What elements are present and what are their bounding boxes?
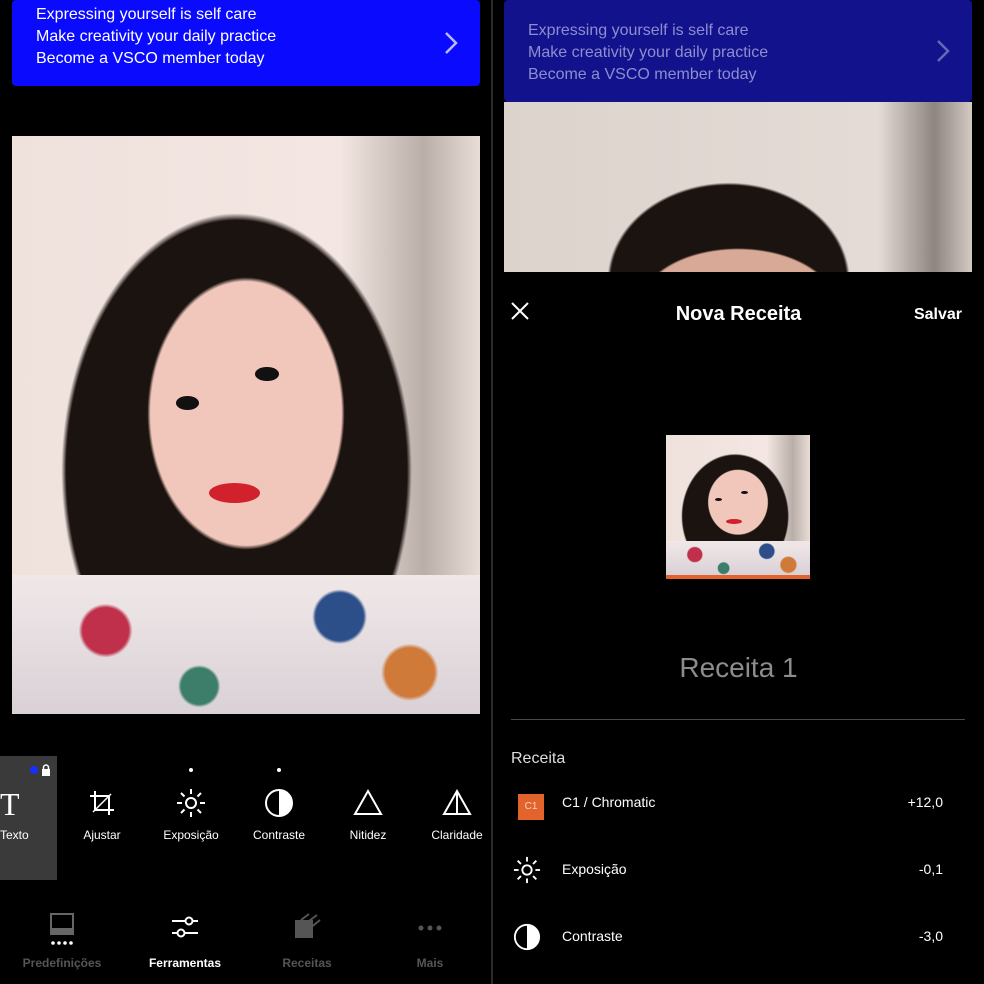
editor-screen: Expressing yourself is self care Make cr… <box>0 0 491 984</box>
divider <box>511 719 965 720</box>
membership-banner: Expressing yourself is self care Make cr… <box>504 0 972 102</box>
tool-label: Contraste <box>252 828 306 842</box>
save-button[interactable]: Salvar <box>914 306 962 324</box>
recipe-item-name: C1 / Chromatic <box>562 794 656 810</box>
photo-detail <box>740 491 749 495</box>
recipe-name-field[interactable]: Receita 1 <box>493 652 984 684</box>
tool-label: Ajustar <box>83 828 121 842</box>
nav-tools[interactable]: Ferramentas <box>130 912 240 970</box>
banner-line-2: Make creativity your daily practice <box>528 44 769 61</box>
tool-label: Exposição <box>163 828 219 842</box>
photo-detail <box>666 541 810 575</box>
photo-detail <box>175 396 200 410</box>
contrast-icon <box>265 789 293 817</box>
banner-line-1: Expressing yourself is self care <box>36 6 257 23</box>
chevron-right-icon <box>937 40 950 62</box>
tool-label: Texto <box>0 828 29 842</box>
nav-recipes[interactable]: Receitas <box>252 912 362 970</box>
nav-label: Predefinições <box>22 956 102 970</box>
crop-icon <box>90 791 114 815</box>
photo-detail <box>726 519 743 524</box>
thumbnail-accent-bar <box>666 575 810 579</box>
preset-badge-icon: C1 <box>513 789 544 820</box>
membership-banner[interactable]: Expressing yourself is self care Make cr… <box>12 0 480 86</box>
recipe-item-value: -0,1 <box>918 861 943 877</box>
recipe-item-contrast: Contraste -3,0 <box>511 919 943 955</box>
section-heading: Receita <box>511 750 566 767</box>
new-recipe-screen: Expressing yourself is self care Make cr… <box>493 0 984 984</box>
edited-photo[interactable] <box>12 136 480 714</box>
recipe-item-name: Contraste <box>562 928 623 944</box>
recipe-item-value: -3,0 <box>918 928 943 944</box>
nav-label: Mais <box>416 956 444 970</box>
thumbnail-photo <box>666 435 810 575</box>
contrast-icon <box>513 923 541 951</box>
recipe-item-exposure: Exposição -0,1 <box>511 852 943 888</box>
tool-applied-dot <box>277 768 281 772</box>
recipe-item-preset: C1 C1 / Chromatic +12,0 <box>511 785 943 821</box>
banner-line-2: Make creativity your daily practice <box>36 28 277 45</box>
banner-line-1: Expressing yourself is self care <box>528 22 749 39</box>
sharpen-triangle-icon <box>353 788 383 815</box>
recipes-icon <box>295 913 321 938</box>
photo-detail <box>255 367 279 382</box>
exposure-sun-icon <box>177 789 205 817</box>
tool-applied-dot <box>189 768 193 772</box>
background-photo <box>504 102 972 272</box>
banner-line-3: Become a VSCO member today <box>36 50 265 67</box>
text-icon: T <box>0 786 20 822</box>
exposure-sun-icon <box>513 856 541 884</box>
lock-icon <box>42 764 50 776</box>
presets-icon <box>50 913 74 945</box>
photo-detail <box>208 482 261 504</box>
photo-detail <box>714 498 723 502</box>
more-dots-icon <box>418 925 442 931</box>
tool-label: Nitidez <box>349 828 387 842</box>
preset-badge: C1 <box>518 794 544 820</box>
nav-label: Receitas <box>282 956 332 970</box>
nav-label: Ferramentas <box>148 956 222 970</box>
nav-more[interactable]: Mais <box>375 912 485 970</box>
membership-dot-icon <box>30 766 38 774</box>
banner-line-3: Become a VSCO member today <box>528 66 757 83</box>
recipe-item-name: Exposição <box>562 861 627 877</box>
page-title: Nova Receita <box>675 303 802 325</box>
clarity-triangle-icon <box>442 788 472 815</box>
recipe-thumbnail <box>666 435 810 579</box>
tool-label: Claridade <box>431 828 483 842</box>
recipe-item-value: +12,0 <box>907 794 943 810</box>
tools-sliders-icon <box>172 916 198 938</box>
photo-detail <box>12 575 480 714</box>
chevron-right-icon <box>445 32 458 54</box>
nav-presets[interactable]: Predefinições <box>7 912 117 970</box>
